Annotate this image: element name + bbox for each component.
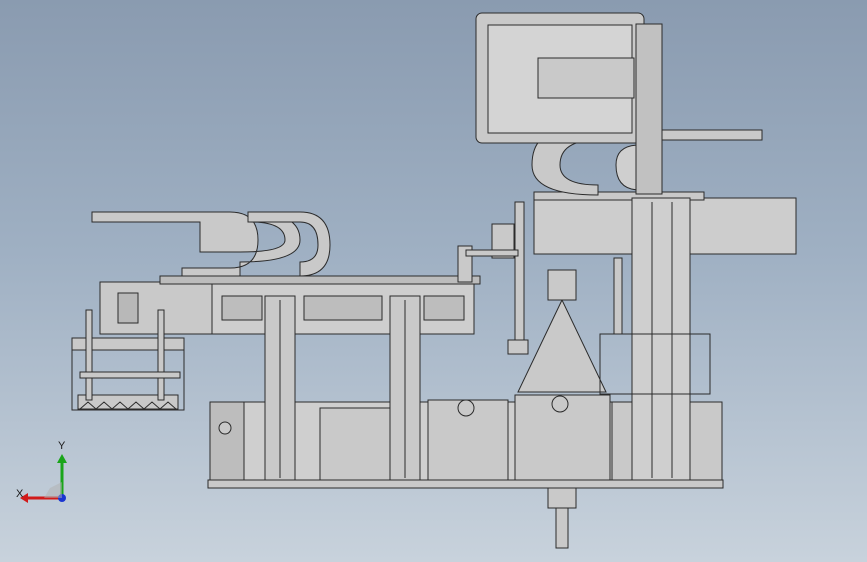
hopper-collar [547, 269, 577, 301]
left-cage-rod-2 [157, 309, 165, 401]
bottom-actuator-rod [555, 507, 569, 549]
y-axis-arrowhead [57, 454, 67, 463]
cad-3d-viewport[interactable]: X Y [0, 0, 867, 562]
panel-mount-post [635, 23, 663, 195]
lower-module-1 [319, 407, 391, 481]
left-end-block [209, 401, 245, 481]
center-beam-slot-3 [423, 295, 465, 321]
conical-hopper [517, 298, 607, 393]
left-beam-slot [117, 292, 139, 324]
left-end-block-port [218, 421, 232, 435]
base-plate [207, 479, 724, 489]
panel-mount-plate [537, 57, 635, 99]
triad-plane [44, 482, 62, 498]
center-beam-slot-2 [303, 295, 383, 321]
left-cage-bar [79, 371, 181, 379]
right-cage-rod [613, 257, 623, 335]
top-rail [159, 275, 481, 285]
triad-axes [20, 454, 67, 503]
right-column [631, 197, 691, 481]
slide-arm [465, 249, 519, 257]
coordinate-triad: X Y [14, 438, 84, 508]
left-cage-rod-1 [85, 309, 93, 401]
center-beam-slot-1 [221, 295, 263, 321]
machine-assembly-model[interactable] [0, 0, 867, 562]
bottom-slide-bracket [507, 339, 529, 355]
module-3-spindle [551, 395, 569, 413]
x-axis-label: X [16, 488, 24, 500]
vertical-slide-rod [514, 201, 525, 353]
module-2-spindle [457, 399, 475, 417]
bottom-actuator-body [547, 487, 577, 509]
y-axis-label: Y [58, 440, 66, 452]
